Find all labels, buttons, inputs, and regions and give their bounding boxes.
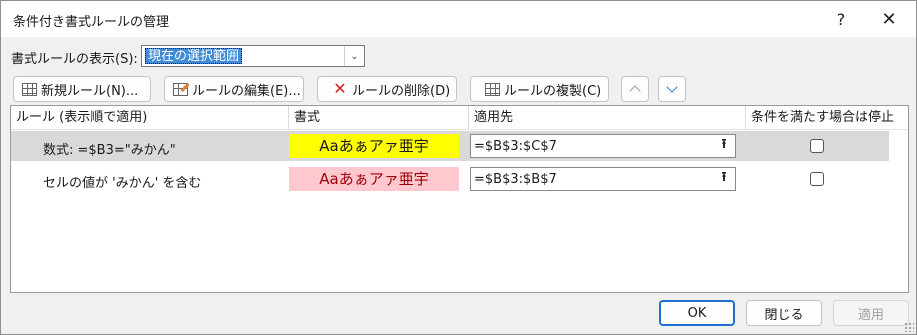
dialog-title: 条件付き書式ルールの管理 <box>13 15 170 30</box>
show-rules-select[interactable]: 現在の選択範囲 ⌄ <box>141 45 365 67</box>
rules-table: ルール (表示順で適用) 書式 適用先 条件を満たす場合は停止 数式: =$B3… <box>10 105 909 293</box>
duplicate-rule-label: ルールの複製(C) <box>504 83 602 99</box>
duplicate-rule-button[interactable]: ルールの複製(C) <box>470 76 609 102</box>
conditional-formatting-dialog: 条件付き書式ルールの管理 ? ✕ 書式ルールの表示(S): 現在の選択範囲 ⌄ … <box>0 0 917 335</box>
help-button[interactable]: ? <box>819 5 863 33</box>
applies-to-input[interactable]: =$B$3:$B$7 ⭱ <box>470 167 736 191</box>
range-select-icon[interactable]: ⭱ <box>714 169 734 189</box>
delete-x-icon: ✕ <box>333 79 347 98</box>
resize-grip-icon[interactable] <box>904 322 914 332</box>
applies-to-value: =$B$3:$C$7 <box>474 139 557 154</box>
show-rules-label: 書式ルールの表示(S): <box>11 52 138 67</box>
new-rule-label: 新規ルール(N)... <box>41 83 139 99</box>
show-rules-selected-value: 現在の選択範囲 <box>145 48 243 64</box>
format-preview: Aaあぁアァ亜宇 <box>289 134 459 158</box>
header-rule: ルール (表示順で適用) <box>11 106 289 130</box>
header-stop-if-true: 条件を満たす場合は停止 <box>746 106 908 130</box>
header-applies-to: 適用先 <box>469 106 746 130</box>
rule-description: 数式: =$B3="みかん" <box>43 143 176 158</box>
duplicate-table-icon <box>485 82 500 96</box>
title-bar: 条件付き書式ルールの管理 ? ✕ <box>1 1 916 37</box>
new-rule-button[interactable]: 新規ルール(N)... <box>13 76 151 102</box>
format-preview: Aaあぁアァ亜宇 <box>289 167 459 191</box>
delete-rule-button[interactable]: ✕ ルールの削除(D) <box>317 76 457 102</box>
move-up-button[interactable] <box>621 76 649 102</box>
apply-button[interactable]: 適用 <box>833 300 909 326</box>
edit-rule-label: ルールの編集(E)... <box>192 83 301 99</box>
close-button[interactable]: 閉じる <box>746 300 822 326</box>
rule-row-1[interactable]: 数式: =$B3="みかん" Aaあぁアァ亜宇 =$B$3:$C$7 ⭱ <box>11 131 889 161</box>
edit-table-icon <box>173 82 188 96</box>
header-format: 書式 <box>289 106 469 130</box>
chevron-down-icon[interactable]: ⌄ <box>344 46 364 66</box>
ok-button[interactable]: OK <box>659 300 735 326</box>
applies-to-value: =$B$3:$B$7 <box>474 172 557 187</box>
delete-rule-label: ルールの削除(D) <box>352 83 451 99</box>
chevron-up-icon <box>629 85 641 97</box>
range-select-icon[interactable]: ⭱ <box>714 136 734 156</box>
table-icon <box>22 82 37 96</box>
chevron-down-icon <box>666 81 678 93</box>
stop-if-true-checkbox[interactable] <box>810 139 824 153</box>
rule-description: セルの値が 'みかん' を含む <box>43 176 202 191</box>
close-icon[interactable]: ✕ <box>867 5 911 33</box>
stop-if-true-checkbox[interactable] <box>810 172 824 186</box>
edit-rule-button[interactable]: ルールの編集(E)... <box>164 76 304 102</box>
rule-row-2[interactable]: セルの値が 'みかん' を含む Aaあぁアァ亜宇 =$B$3:$B$7 ⭱ <box>11 164 889 194</box>
move-down-button[interactable] <box>658 76 686 102</box>
applies-to-input[interactable]: =$B$3:$C$7 ⭱ <box>470 134 736 158</box>
